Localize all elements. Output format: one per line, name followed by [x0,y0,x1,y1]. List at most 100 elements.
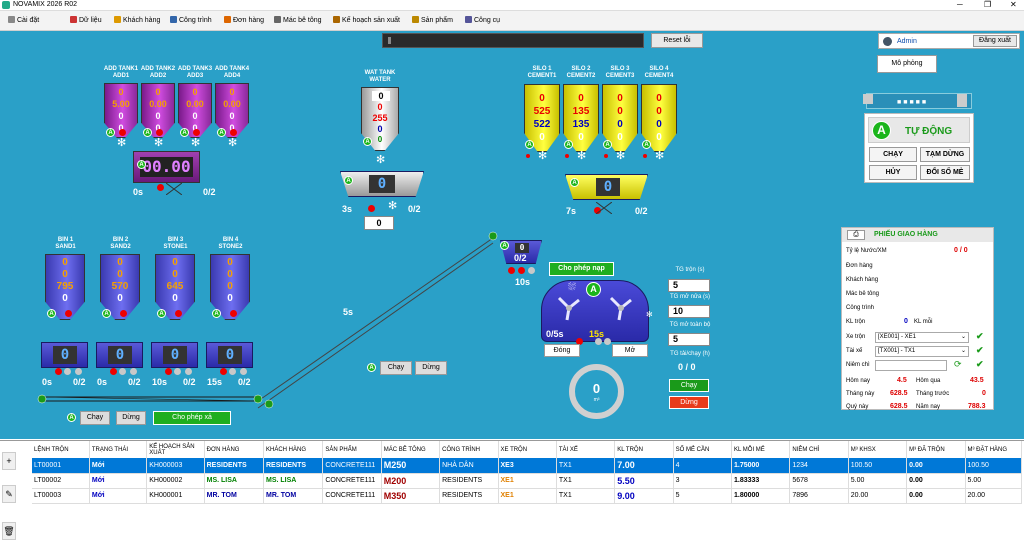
bin-name: BIN 2 [112,237,129,243]
close-icon[interactable]: ✕ [1010,0,1017,9]
column-header[interactable]: XE TRỘN [498,441,557,458]
column-header[interactable]: NIÊM CHÌ [789,441,849,458]
menu-products[interactable]: Sản phẩm [412,16,453,24]
column-header[interactable]: M³ ĐÃ TRỘN [906,441,966,458]
add-tank-valve-icon: ✻ [191,137,201,149]
conveyor-run-button[interactable]: Chạy [80,411,110,425]
bin-v1: 0 [62,257,68,268]
maximize-icon[interactable]: ❐ [984,0,991,9]
minimize-icon[interactable]: ─ [957,0,963,9]
bin-status-icon [65,310,72,317]
table-cell: 1234 [789,458,849,474]
mixer-close-button[interactable]: Đóng [544,344,580,357]
table-cell: TX1 [556,458,616,474]
add-tank-status-icon [119,129,126,136]
add-row-button[interactable]: + [2,452,16,470]
allow-discharge-button[interactable]: Cho phép xả [153,411,231,425]
bin-v4: 0 [117,293,123,304]
menu-orders[interactable]: Đơn hàng [224,16,264,24]
truck-confirm-icon[interactable]: ✔ [976,331,984,342]
quarter-value: 628.5 [890,403,908,410]
add-tank-auto-icon: A [180,128,189,137]
menu-tools[interactable]: Công cụ [465,16,500,24]
truck-label: Xe trộn [846,334,866,340]
half-open-input[interactable]: 10 [668,305,710,318]
full-open-input[interactable]: 5 [668,333,710,346]
column-header[interactable]: M³ ĐẶT HÀNG [965,441,1022,458]
print-icon[interactable]: ⎙ [847,230,865,240]
mixer-auto-icon: A [586,282,601,297]
menu-production-plan[interactable]: Kế hoạch sản xuất [333,16,400,24]
column-header[interactable]: MÁC BÊ TÔNG [381,441,441,458]
delete-icon[interactable]: 🗑 [2,522,16,540]
seal-confirm-icon[interactable]: ✔ [976,359,984,370]
add-tank-auto-icon: A [106,128,115,137]
auto-pause-button[interactable]: TẠM DỪNG [920,147,970,162]
table-body: LT00001 Mới KH000003 RESIDENTS RESIDENTS CONC… [32,458,1022,504]
menu-customers[interactable]: Khách hàng [114,16,160,24]
belt-stop-button[interactable]: Dừng [415,361,447,375]
silo-auto-icon: A [525,140,534,149]
driver-confirm-icon[interactable]: ✔ [976,345,984,356]
belt-run-button[interactable]: Chạy [380,361,412,375]
column-header[interactable]: ĐƠN HÀNG [204,441,265,458]
column-header[interactable]: KL MỖI MẺ [731,441,791,458]
today-value: 4.5 [897,377,907,384]
ticket-title: PHIẾU GIAO HÀNG [874,231,938,238]
bin-scale-status-gray [229,368,236,375]
bin-auto-icon: A [102,309,111,318]
auto-mode-panel: A TỰ ĐỘNG CHẠY TẠM DỪNG HỦY ĐỔI SỐ MẺ [864,113,974,183]
column-header[interactable]: M³ KHSX [848,441,908,458]
bin-scale-status-gray [119,368,126,375]
table-cell: KH000001 [146,488,205,504]
column-header[interactable]: CÔNG TRÌNH [439,441,499,458]
menu-data[interactable]: Dữ liệu [70,16,102,24]
allow-load-button[interactable]: Cho phép nạp [549,262,614,276]
auto-run-button[interactable]: CHẠY [869,147,917,162]
column-header[interactable]: KHÁCH HÀNG [263,441,324,458]
table-row[interactable]: LT00002 Mới KH000002 MS. LISA MS. LISA CONCRE… [32,473,1022,489]
menu-sites[interactable]: Công trình [170,16,212,24]
column-header[interactable]: KẾ HOẠCH SẢN XUẤT [146,441,205,458]
table-cell: M200 [381,473,441,489]
menu-grades[interactable]: Mác bê tông [274,16,322,24]
add-tank-v3: 0 [229,111,235,121]
column-header[interactable]: TÀI XẾ [556,441,616,458]
table-cell: TX1 [556,488,616,504]
table-row[interactable]: LT00003 Mới KH000001 MR. TOM MR. TOM CONCRETE… [32,488,1022,504]
edit-icon[interactable]: ✎ [2,485,16,503]
column-header[interactable]: SẢN PHẨM [322,441,382,458]
truck-select[interactable]: [XE001] - XE1 ⌄ [875,332,969,343]
mix-run-button[interactable]: Chạy [669,379,709,392]
mixer-open-button[interactable]: Mở [612,344,648,357]
silo-v3: 522 [533,119,551,130]
mixer-blade-left-icon [557,296,580,321]
column-header[interactable]: KL TRỘN [614,441,674,458]
column-header[interactable]: TRẠNG THÁI [89,441,148,458]
mix-stop-button[interactable]: Dừng [669,396,709,409]
column-header[interactable]: LỆNH TRỘN [32,441,90,458]
menu-settings[interactable]: Cài đặt [8,16,39,24]
seal-input[interactable] [875,360,947,371]
table-cell: RESIDENTS [439,473,499,489]
column-header[interactable]: SỐ MẺ CẦN [673,441,733,458]
half-open-label: TG mở nửa (s) [670,294,710,300]
add-tank-valve-icon: ✻ [154,137,164,149]
bin-auto-icon: A [157,309,166,318]
mix-time-input[interactable]: 5 [668,279,710,292]
table-cell: XE1 [498,473,557,489]
table-cell: 7.00 [614,458,674,474]
feeder-time: 10s [515,277,531,287]
table-cell: MS. LISA [263,473,324,489]
table-row[interactable]: LT00001 Mới KH000003 RESIDENTS RESIDENTS CONC… [32,458,1022,474]
add-tank-status-icon [230,129,237,136]
refresh-icon[interactable]: ⟳ [954,359,962,370]
building-icon [170,16,177,23]
bin-code: STONE1 [163,244,188,250]
month-label: Tháng này [846,391,875,397]
auto-cancel-button[interactable]: HỦY [869,165,917,180]
silo-v1: 0 [656,93,662,104]
conveyor-stop-button[interactable]: Dừng [116,411,146,425]
auto-change-batch-button[interactable]: ĐỔI SỐ MẺ [920,165,970,180]
driver-select[interactable]: [TX001] - TX1 ⌄ [875,346,969,357]
